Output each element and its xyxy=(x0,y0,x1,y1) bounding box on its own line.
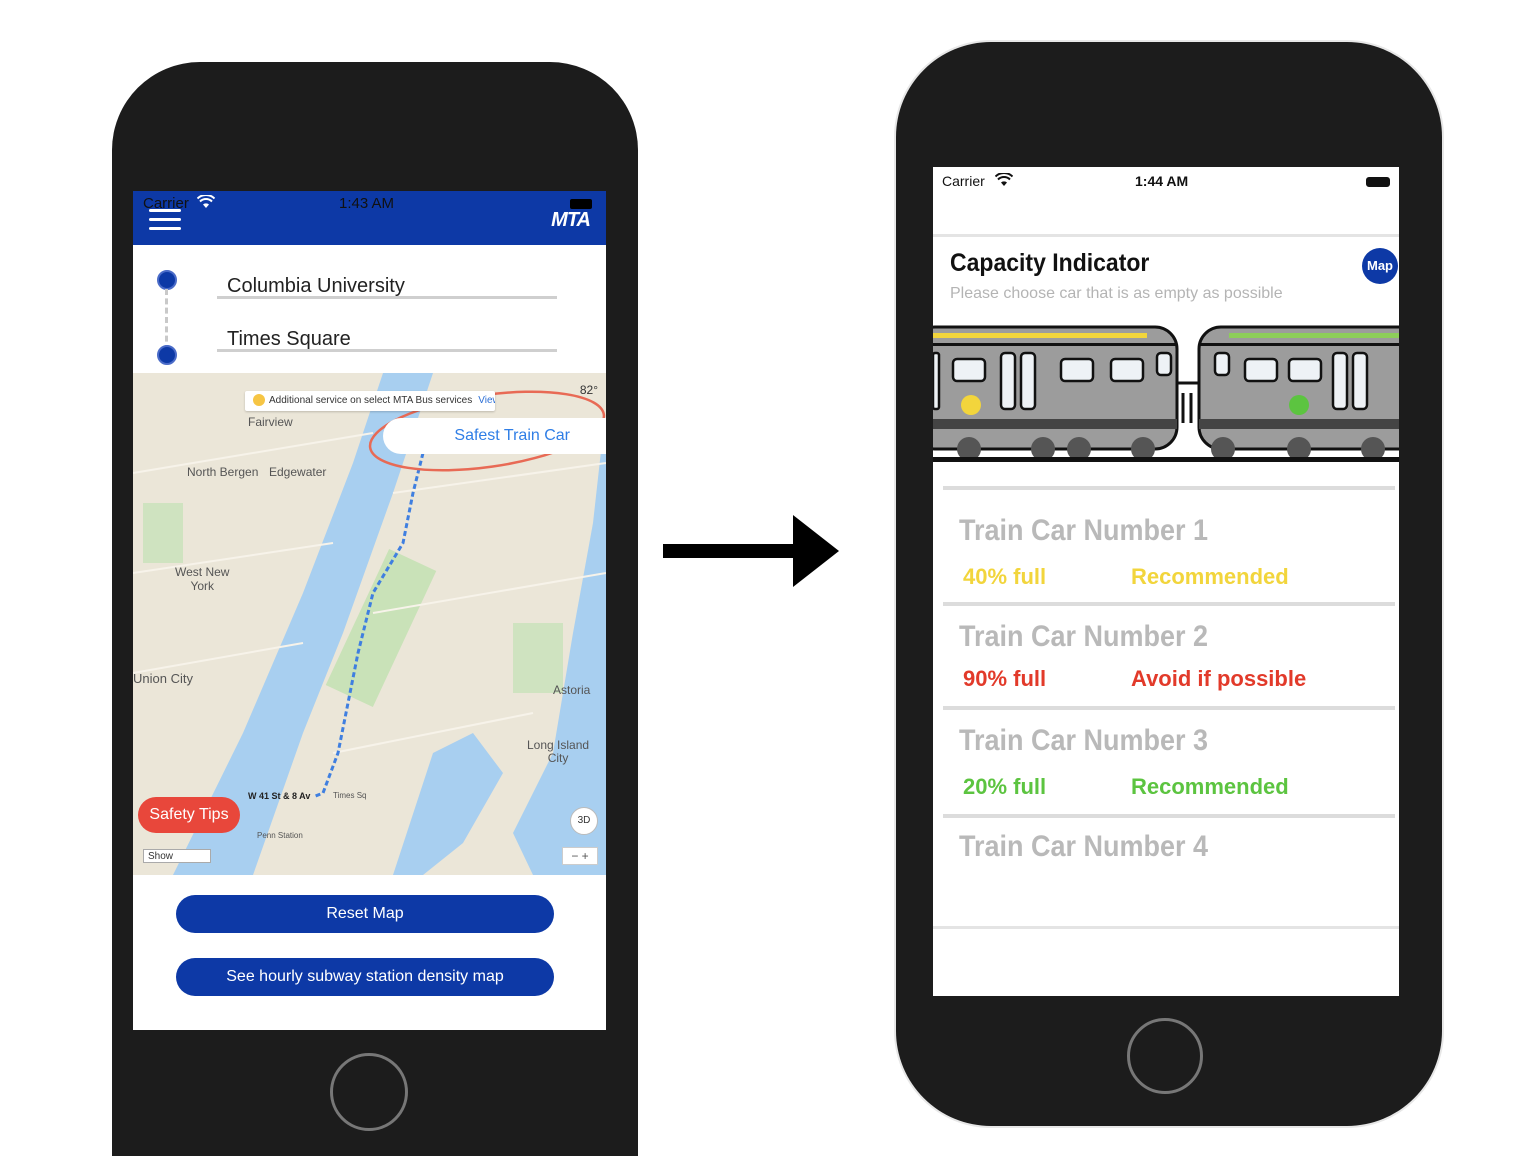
screen-route-planner: Carrier 1:43 AM MTA Columbia University … xyxy=(133,191,606,1030)
right-arrow-icon xyxy=(663,515,839,587)
warning-icon xyxy=(253,394,265,407)
zoom-controls[interactable]: − + xyxy=(562,847,598,865)
battery-icon xyxy=(570,199,592,209)
map-3d-button[interactable]: 3D xyxy=(570,807,598,835)
home-button-right[interactable] xyxy=(1127,1018,1203,1094)
clock: 1:44 AM xyxy=(1135,173,1189,189)
safest-train-car-button[interactable]: Safest Train Car xyxy=(383,418,606,454)
divider xyxy=(933,926,1399,929)
safety-tips-button[interactable]: Safety Tips xyxy=(138,797,240,833)
status-bar: Carrier 1:44 AM xyxy=(933,171,1399,191)
battery-icon xyxy=(1366,177,1390,187)
alert-text: Additional service on select MTA Bus ser… xyxy=(269,395,473,406)
map-label-fairview: Fairview xyxy=(248,415,293,429)
map-label-astoria: Astoria xyxy=(553,683,591,697)
car-status: Avoid if possible xyxy=(1131,666,1307,691)
car-name: Train Car Number 4 xyxy=(959,830,1209,863)
show-select[interactable]: Show xyxy=(143,849,211,863)
map-label-edgewater: Edgewater xyxy=(269,465,327,479)
car-name: Train Car Number 1 xyxy=(959,514,1209,547)
reset-map-button[interactable]: Reset Map xyxy=(176,895,554,933)
map-label-times-sq: Times Sq xyxy=(333,791,367,800)
route-connector xyxy=(165,289,168,351)
map-label-north-bergen: North Bergen xyxy=(187,465,259,479)
page-subtitle: Please choose car that is as empty as po… xyxy=(950,285,1283,302)
car-capacity: 40% full xyxy=(963,564,1047,589)
car-name: Train Car Number 2 xyxy=(959,620,1209,653)
route-panel: Columbia University Times Square xyxy=(133,245,606,373)
status-bar: Carrier 1:43 AM xyxy=(133,194,606,215)
destination-dot-icon xyxy=(157,345,177,365)
wifi-icon xyxy=(196,194,216,213)
origin-field[interactable]: Columbia University xyxy=(217,273,557,299)
origin-dot-icon xyxy=(157,270,177,290)
service-alert[interactable]: Additional service on select MTA Bus ser… xyxy=(245,391,495,411)
alert-view-link[interactable]: View xyxy=(478,395,495,406)
destination-field[interactable]: Times Square xyxy=(217,326,557,352)
map-label-penn: Penn Station xyxy=(257,831,303,840)
clock: 1:43 AM xyxy=(339,195,395,212)
map-label-west-new-york: West New York xyxy=(175,565,230,593)
map-label-w41: W 41 St & 8 Av xyxy=(248,791,311,801)
density-map-button[interactable]: See hourly subway station density map xyxy=(176,958,554,996)
wifi-icon xyxy=(994,172,1014,190)
map-label-union-city: Union City xyxy=(133,671,193,686)
train-car-row-1[interactable]: Train Car Number 1 40% full Recommended xyxy=(943,486,1395,606)
map-label-long-island-city: Long Island City xyxy=(527,738,590,765)
page-title: Capacity Indicator xyxy=(950,249,1150,277)
car-status: Recommended xyxy=(1131,564,1289,589)
train-car-row-4[interactable]: Train Car Number 4 xyxy=(943,814,1395,922)
train-car-row-2[interactable]: Train Car Number 2 90% full Avoid if pos… xyxy=(943,602,1395,710)
temperature: 82° xyxy=(579,383,598,397)
home-button-left[interactable] xyxy=(330,1053,408,1131)
screen-capacity-indicator: Carrier 1:44 AM Capacity Indicator Pleas… xyxy=(933,167,1399,996)
car-capacity: 90% full xyxy=(963,666,1047,691)
mta-logo: MTA xyxy=(551,209,591,231)
subway-train-illustration xyxy=(933,323,1399,471)
train-car-row-3[interactable]: Train Car Number 3 20% full Recommended xyxy=(943,706,1395,818)
car-capacity: 20% full xyxy=(963,774,1047,799)
menu-icon[interactable] xyxy=(133,209,193,239)
carrier-label: Carrier xyxy=(942,173,985,189)
map-view[interactable]: Fairview North Bergen Edgewater West New… xyxy=(133,373,606,875)
capacity-header: Capacity Indicator Please choose car tha… xyxy=(933,234,1399,329)
nav-bar: Carrier 1:43 AM MTA xyxy=(133,191,606,245)
car-name: Train Car Number 3 xyxy=(959,724,1209,757)
car-status: Recommended xyxy=(1131,774,1289,799)
map-button[interactable]: Map xyxy=(1362,248,1398,284)
